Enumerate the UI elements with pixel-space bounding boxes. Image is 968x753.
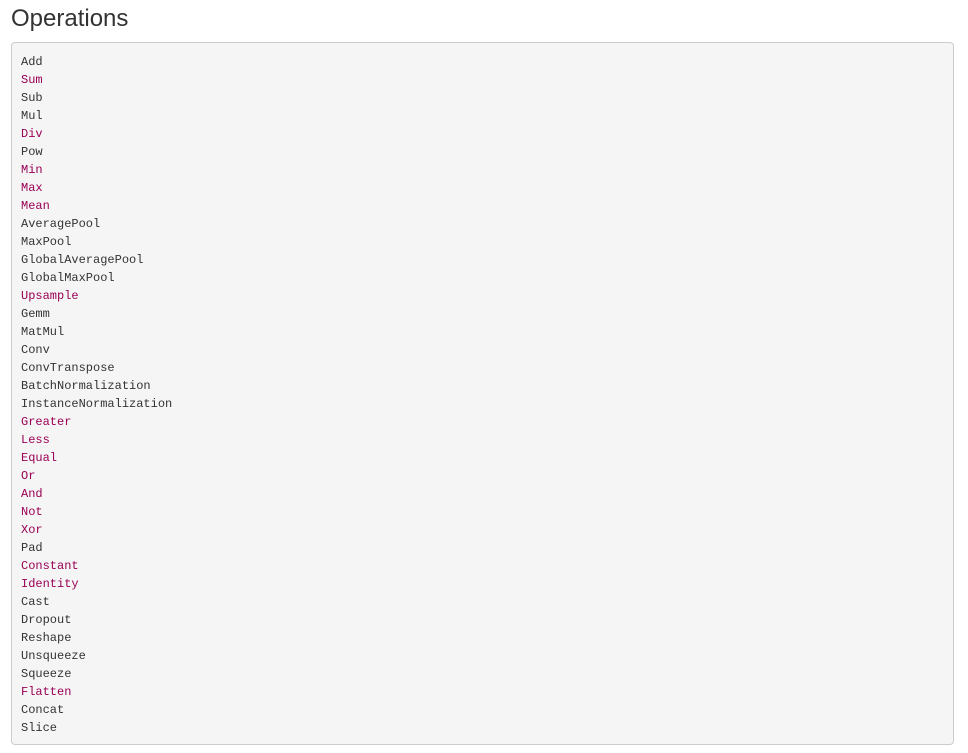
operation-line-gemm: Gemm bbox=[21, 307, 50, 321]
page-title: Operations bbox=[11, 5, 129, 32]
operation-line-and: And bbox=[21, 487, 43, 501]
operation-line-constant: Constant bbox=[21, 559, 79, 573]
operation-line-add: Add bbox=[21, 55, 43, 69]
operation-line-unsqueeze: Unsqueeze bbox=[21, 649, 86, 663]
operation-line-or: Or bbox=[21, 469, 36, 483]
operation-line-cast: Cast bbox=[21, 595, 50, 609]
operation-line-mean: Mean bbox=[21, 199, 50, 213]
operation-line-reshape: Reshape bbox=[21, 631, 72, 645]
operation-line-xor: Xor bbox=[21, 523, 43, 537]
operation-line-concat: Concat bbox=[21, 703, 65, 717]
operation-line-sum: Sum bbox=[21, 73, 43, 87]
operation-line-max: Max bbox=[21, 181, 43, 195]
operation-line-averagepool: AveragePool bbox=[21, 217, 101, 231]
operation-line-conv: Conv bbox=[21, 343, 50, 357]
operation-line-slice: Slice bbox=[21, 721, 58, 735]
operation-line-identity: Identity bbox=[21, 577, 79, 591]
operation-line-convtranspose: ConvTranspose bbox=[21, 361, 115, 375]
operation-line-batchnormalization: BatchNormalization bbox=[21, 379, 151, 393]
operation-line-flatten: Flatten bbox=[21, 685, 72, 699]
operation-line-div: Div bbox=[21, 127, 43, 141]
operation-line-min: Min bbox=[21, 163, 43, 177]
operation-line-pow: Pow bbox=[21, 145, 43, 159]
operation-line-less: Less bbox=[21, 433, 50, 447]
operation-line-matmul: MatMul bbox=[21, 325, 65, 339]
operation-line-dropout: Dropout bbox=[21, 613, 72, 627]
operation-line-pad: Pad bbox=[21, 541, 43, 555]
operation-line-globalmaxpool: GlobalMaxPool bbox=[21, 271, 115, 285]
operation-line-squeeze: Squeeze bbox=[21, 667, 72, 681]
operation-line-maxpool: MaxPool bbox=[21, 235, 72, 249]
operation-line-equal: Equal bbox=[21, 451, 58, 465]
operation-line-greater: Greater bbox=[21, 415, 72, 429]
operations-code-block: Add Sum Sub Mul Div Pow Min Max Mean AveragePool M… bbox=[11, 42, 954, 745]
operation-line-not: Not bbox=[21, 505, 43, 519]
operation-line-mul: Mul bbox=[21, 109, 43, 123]
operation-line-instancenormalization: InstanceNormalization bbox=[21, 397, 173, 411]
operation-line-sub: Sub bbox=[21, 91, 43, 105]
operation-line-globalaveragepool: GlobalAveragePool bbox=[21, 253, 144, 267]
operation-line-upsample: Upsample bbox=[21, 289, 79, 303]
